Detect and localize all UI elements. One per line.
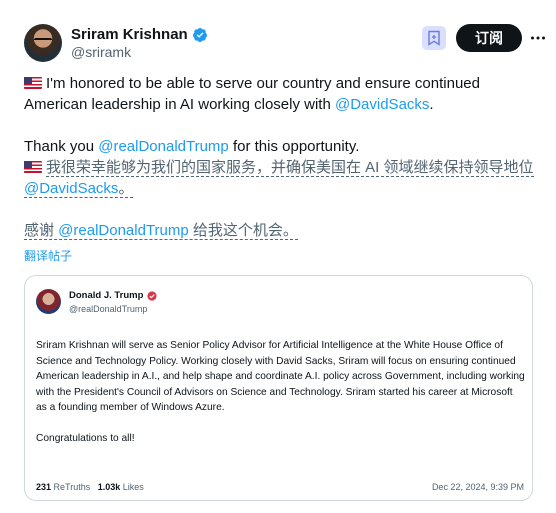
author-avatar[interactable] — [24, 24, 62, 62]
mention-davidsacks-zh[interactable]: @DavidSacks — [24, 180, 118, 197]
bookmark-plus-icon — [428, 30, 440, 46]
tweet-text-segment: Thank you — [24, 138, 99, 155]
tweet-header: Sriram Krishnan @sriramk 订阅 — [24, 24, 545, 64]
embedded-name-row: Donald J. Trump — [69, 290, 158, 301]
tweet-text-segment: for this opportunity. — [228, 138, 360, 155]
us-flag-icon — [24, 161, 42, 173]
translated-text-segment: 我很荣幸能够为我们的国家服务，并确保美国在 AI 领域继续保持领导地位 — [46, 159, 534, 176]
embedded-post-body: Sriram Krishnan will serve as Senior Pol… — [36, 338, 526, 447]
author-name-row: Sriram Krishnan — [71, 26, 208, 43]
tweet-text-segment: . — [429, 96, 434, 113]
tweet-paragraph-en-1: I'm honored to be able to serve our coun… — [24, 73, 536, 115]
mention-realdonaldtrump-zh[interactable]: @realDonaldTrump — [58, 222, 189, 239]
us-flag-icon — [24, 77, 42, 89]
bookmark-button[interactable] — [422, 26, 446, 50]
retruths-label: ReTruths — [53, 482, 91, 492]
verified-badge-icon — [192, 27, 207, 42]
likes-label: Likes — [122, 482, 144, 492]
more-horizontal-icon[interactable] — [530, 30, 546, 46]
mention-realdonaldtrump[interactable]: @realDonaldTrump — [98, 138, 229, 155]
tweet-text: I'm honored to be able to serve our coun… — [24, 73, 536, 241]
embedded-author-handle: @realDonaldTrump — [69, 304, 148, 314]
translated-text-segment: 给我这个机会。 — [188, 222, 298, 239]
tweet-paragraph-en-2: Thank you @realDonaldTrump for this oppo… — [24, 136, 536, 157]
embedded-author-name: Donald J. Trump — [69, 290, 144, 301]
author-handle[interactable]: @sriramk — [71, 44, 131, 60]
embedded-post-footer: 231 ReTruths 1.03k Likes Dec 22, 2024, 9… — [36, 482, 524, 492]
tweet-paragraph-zh-2: 感谢 @realDonaldTrump 给我这个机会。 — [24, 220, 536, 241]
translate-post-link[interactable]: 翻译帖子 — [24, 247, 72, 264]
embedded-post-closing: Congratulations to all! — [36, 432, 135, 444]
verified-badge-icon — [147, 290, 158, 301]
embedded-post-date: Dec 22, 2024, 9:39 PM — [431, 482, 524, 492]
author-name[interactable]: Sriram Krishnan — [71, 26, 188, 43]
embedded-post-card[interactable]: Donald J. Trump @realDonaldTrump Sriram … — [24, 275, 533, 501]
embedded-post-paragraph: Sriram Krishnan will serve as Senior Pol… — [36, 340, 525, 414]
translated-text-segment: 。 — [118, 180, 134, 197]
translated-text-segment: 感谢 — [24, 222, 59, 239]
embedded-author-avatar — [36, 289, 61, 314]
likes-count: 1.03k — [97, 482, 121, 492]
mention-davidsacks[interactable]: @DavidSacks — [335, 96, 429, 113]
subscribe-button[interactable]: 订阅 — [456, 24, 522, 52]
tweet-paragraph-zh-1: 我很荣幸能够为我们的国家服务，并确保美国在 AI 领域继续保持领导地位 @Dav… — [24, 157, 536, 199]
retruths-count: 231 — [36, 482, 52, 492]
